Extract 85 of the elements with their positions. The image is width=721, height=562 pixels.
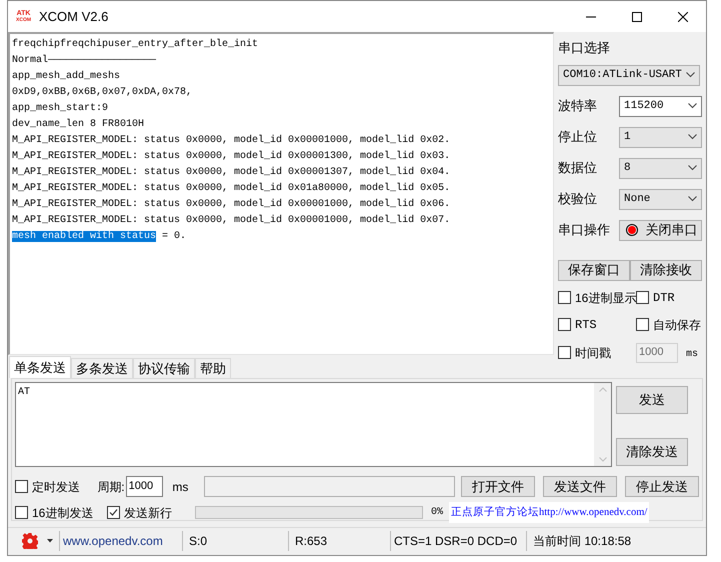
dropdown[interactable]: 1 [619,126,702,148]
log-line: M_API_REGISTER_MODEL: status 0x0000, model_id 0x00001000, model_lid 0x07. [12,214,452,228]
log-line: freqchipfreqchipuser_entry_after_ble_init [12,38,260,52]
dropdown-value: 8 [624,160,631,176]
log-line: M_API_REGISTER_MODEL: status 0x0000, model_id 0x01a80000, model_lid 0x05. [12,182,452,196]
chevron-down-icon [688,103,697,109]
dropdown[interactable]: 115200 [619,96,702,116]
button[interactable]: 打开文件 [461,476,535,497]
checkbox-label: RTS [575,316,597,334]
setting-label: 停止位 [558,128,597,146]
log-line: M_API_REGISTER_MODEL: status 0x0000, model_id 0x00001000, model_lid 0x02. [12,134,452,148]
button[interactable]: 清除接收 [630,260,702,280]
website-text: www.openedv.com [63,533,163,550]
checkbox[interactable] [558,318,571,331]
checkbox-label: 发送新行 [124,504,172,522]
dropdown[interactable]: COM10:ATLink-USART [558,64,700,86]
button[interactable]: 发送 [616,386,688,414]
setting-label: 校验位 [558,190,597,208]
checkbox-label: 自动保存 [653,316,701,334]
log-line: M_API_REGISTER_MODEL: status 0x0000, model_id 0x00001000, model_lid 0x06. [12,198,452,212]
scroll-down-icon [598,457,606,462]
checkbox-label: 16进制发送 [32,504,94,522]
checkbox-label: 16进制显示 [575,290,636,306]
interval-value: 1000 [639,345,664,360]
log-line: Normal—————————————————— [12,54,158,68]
checkmark-icon [109,508,118,517]
dropdown-value: COM10:ATLink-USART [563,68,682,83]
chevron-down-icon [686,72,695,78]
caret-down-icon[interactable] [47,539,53,543]
tab[interactable]: 帮助 [195,358,231,378]
checkbox-label: DTR [653,290,675,306]
tab[interactable]: 单条发送 [9,356,71,378]
dropdown[interactable]: None [619,188,702,210]
period-field[interactable]: 1000 [126,476,164,497]
button[interactable]: 停止发送 [625,476,699,497]
period-value: 1000 [128,479,154,494]
send-text: AT [17,386,32,400]
checkbox-label: 时间戳 [575,344,611,362]
line-status: CTS=1 DSR=0 DCD=0 [394,533,518,550]
button[interactable]: 发送文件 [543,476,617,497]
chevron-down-icon [688,196,697,202]
log-line: 0xD9,0xBB,0x6B,0x07,0xDA,0x78, [12,86,194,100]
checkbox[interactable] [636,318,649,331]
file-path-field[interactable] [204,476,455,497]
sent-count: S:0 [189,533,208,550]
chevron-down-icon [688,165,697,171]
port-label: 串口选择 [558,39,611,57]
interval-unit: ms [686,348,698,362]
log-line: M_API_REGISTER_MODEL: status 0x0000, model_id 0x00001300, model_lid 0x03. [12,150,452,164]
setting-label: 数据位 [558,159,597,178]
tab[interactable]: 多条发送 [71,358,133,378]
log-line: app_mesh_add_meshs [12,70,122,84]
log-line: dev_name_len 8 FR8010H [12,118,146,132]
forum-link[interactable]: 正点原子官方论坛http://www.openedv.com/ [449,502,650,523]
tab[interactable]: 协议传输 [133,358,195,378]
checkbox[interactable] [636,291,649,304]
window-title: XCOM V2.6 [39,8,108,26]
log-line: app_mesh_start:9 [12,102,110,116]
scroll-up-icon [598,387,606,392]
dropdown[interactable]: 8 [619,158,702,178]
received-count: R:653 [295,533,328,550]
dropdown-value: None [624,192,650,207]
checkbox[interactable] [558,346,571,359]
checkbox[interactable] [107,506,120,519]
status-light-icon [624,223,640,237]
checkbox[interactable] [15,506,28,519]
dropdown-value: 115200 [624,98,664,114]
log-line: M_API_REGISTER_MODEL: status 0x0000, model_id 0x00001307, model_lid 0x04. [12,166,452,180]
setting-label: 波特率 [558,97,597,116]
chevron-down-icon [688,134,697,140]
interval-field[interactable]: 1000 [636,342,678,362]
dropdown-value: 1 [624,130,631,145]
button[interactable]: 清除发送 [616,438,688,466]
checkbox[interactable] [558,291,571,304]
button[interactable]: 保存窗口 [558,260,630,280]
current-time: 当前时间 10:18:58 [533,533,632,550]
gear-icon[interactable] [22,533,38,549]
close-port-button[interactable]: 关闭串口 [619,220,702,240]
operation-label: 串口操作 [558,221,610,240]
progress-reading: 0% [431,506,444,520]
period-unit: ms [172,478,188,496]
checkbox[interactable] [15,480,28,493]
checkbox-label: 定时发送 [32,478,80,496]
period-label: 周期: [97,478,125,496]
send-text-field[interactable]: AT [15,382,612,467]
